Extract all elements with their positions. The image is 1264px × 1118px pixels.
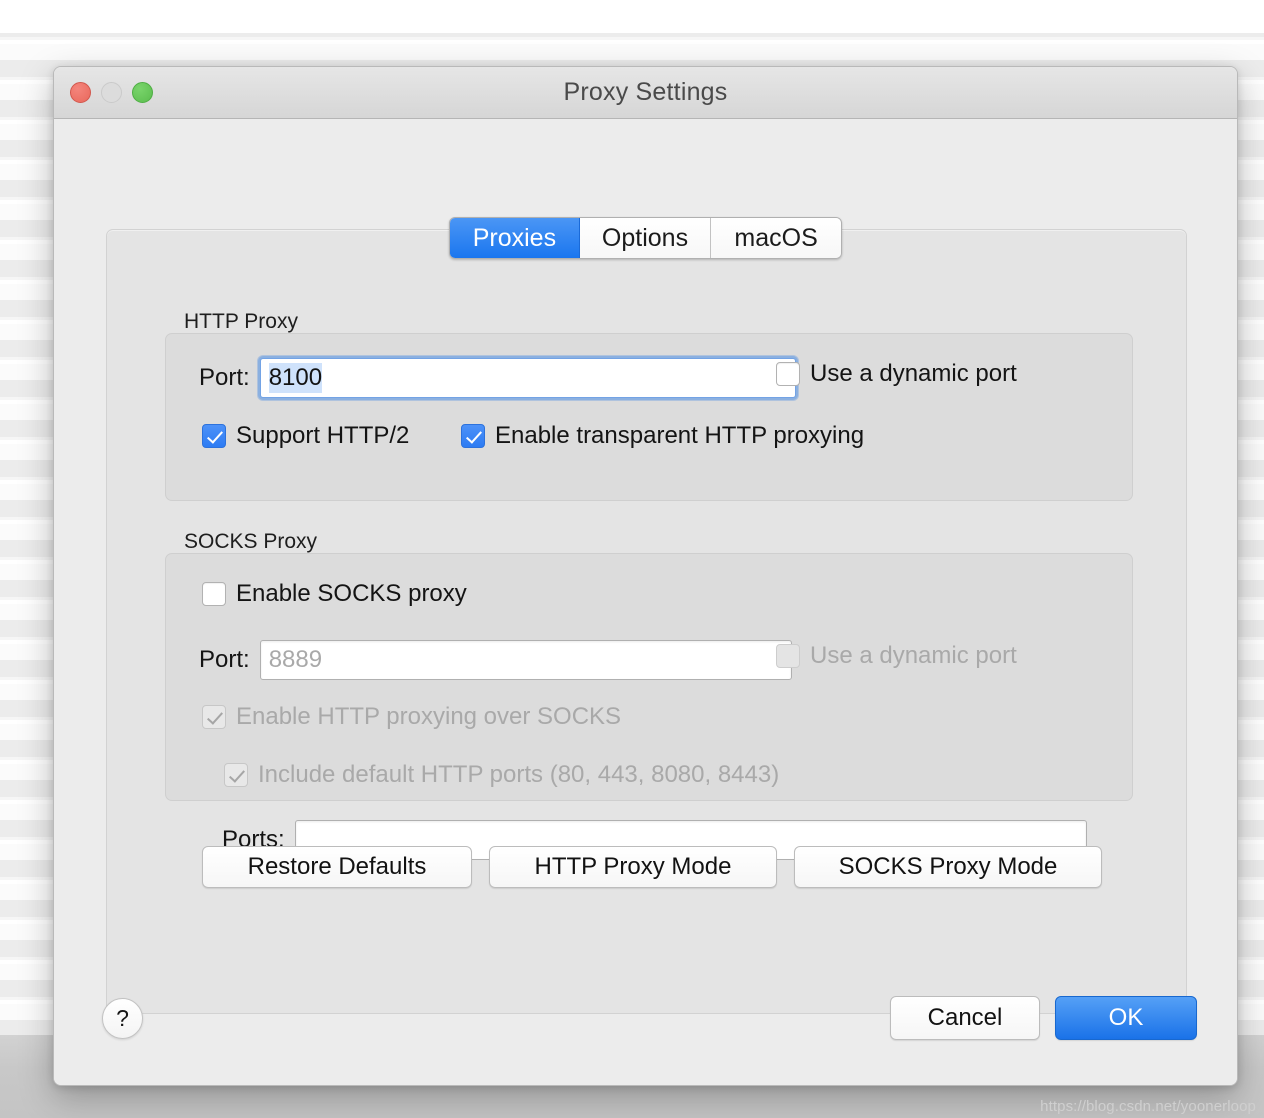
socks-proxy-group: Enable SOCKS proxy Port: 8889 Use a dyna…: [165, 553, 1133, 801]
http-proxy-group: Port: 8100 Use a dynamic port Support HT…: [165, 333, 1133, 501]
checkbox-box-icon: [202, 582, 226, 606]
socks-port-input[interactable]: 8889: [260, 640, 792, 680]
minimize-button-icon[interactable]: [101, 82, 122, 103]
tab-bar: Proxies Options macOS: [54, 217, 1237, 259]
http-port-label: Port:: [199, 364, 250, 392]
checkbox-box-icon: [776, 362, 800, 386]
tab-proxies[interactable]: Proxies: [450, 218, 580, 258]
close-button-icon[interactable]: [70, 82, 91, 103]
dialog-footer: ? Cancel OK: [54, 996, 1237, 1086]
http-dynamic-port-checkbox[interactable]: Use a dynamic port: [776, 360, 1017, 388]
socks-port-placeholder: 8889: [269, 646, 322, 674]
http-dynamic-port-label: Use a dynamic port: [810, 360, 1017, 388]
watermark-text: https://blog.csdn.net/yoonerloop: [1040, 1098, 1256, 1115]
socks-dynamic-port-label: Use a dynamic port: [810, 642, 1017, 670]
tab-options[interactable]: Options: [580, 218, 711, 258]
socks-port-row: Port: 8889: [199, 640, 792, 680]
enable-socks-checkbox[interactable]: Enable SOCKS proxy: [202, 580, 467, 608]
window-body: Proxies Options macOS HTTP Proxy Port: 8…: [54, 119, 1237, 1086]
socks-dynamic-port-checkbox: Use a dynamic port: [776, 642, 1017, 670]
http-port-value: 8100: [269, 363, 322, 393]
socks-proxy-mode-button[interactable]: SOCKS Proxy Mode: [794, 846, 1102, 888]
transparent-proxying-checkbox[interactable]: Enable transparent HTTP proxying: [461, 422, 864, 450]
proxy-settings-window: Proxy Settings Proxies Options macOS HTT…: [53, 66, 1238, 1086]
enable-socks-label: Enable SOCKS proxy: [236, 580, 467, 608]
support-http2-checkbox[interactable]: Support HTTP/2: [202, 422, 409, 450]
http-port-input[interactable]: 8100: [260, 358, 796, 398]
window-title: Proxy Settings: [564, 78, 728, 107]
checkbox-check-icon: [461, 424, 485, 448]
tab-group: Proxies Options macOS: [449, 217, 842, 259]
traffic-light-group: [70, 67, 153, 118]
checkbox-check-icon: [224, 763, 248, 787]
http-over-socks-checkbox: Enable HTTP proxying over SOCKS: [202, 703, 621, 731]
http-port-row: Port: 8100: [199, 358, 796, 398]
default-http-ports-checkbox: Include default HTTP ports (80, 443, 808…: [224, 761, 779, 789]
checkbox-check-icon: [202, 705, 226, 729]
mode-button-group: Restore Defaults HTTP Proxy Mode SOCKS P…: [202, 846, 1102, 888]
support-http2-label: Support HTTP/2: [236, 422, 409, 450]
checkbox-check-icon: [202, 424, 226, 448]
socks-port-label: Port:: [199, 646, 250, 674]
desktop-background: https://blog.csdn.net/yoonerloop Proxy S…: [0, 0, 1264, 1118]
http-over-socks-label: Enable HTTP proxying over SOCKS: [236, 703, 621, 731]
checkbox-box-icon: [776, 644, 800, 668]
cancel-button[interactable]: Cancel: [890, 996, 1040, 1040]
proxies-tab-panel: HTTP Proxy Port: 8100 Use a dynamic port: [106, 229, 1187, 1014]
default-http-ports-label: Include default HTTP ports (80, 443, 808…: [258, 761, 779, 789]
tab-macos[interactable]: macOS: [711, 218, 841, 258]
http-proxy-mode-button[interactable]: HTTP Proxy Mode: [489, 846, 777, 888]
window-titlebar: Proxy Settings: [54, 67, 1237, 119]
footer-action-group: Cancel OK: [890, 996, 1197, 1040]
restore-defaults-button[interactable]: Restore Defaults: [202, 846, 472, 888]
zoom-button-icon[interactable]: [132, 82, 153, 103]
help-button-icon[interactable]: ?: [102, 998, 143, 1039]
transparent-proxying-label: Enable transparent HTTP proxying: [495, 422, 864, 450]
socks-proxy-group-label: SOCKS Proxy: [184, 530, 317, 554]
ok-button[interactable]: OK: [1055, 996, 1197, 1040]
http-proxy-group-label: HTTP Proxy: [184, 310, 298, 334]
